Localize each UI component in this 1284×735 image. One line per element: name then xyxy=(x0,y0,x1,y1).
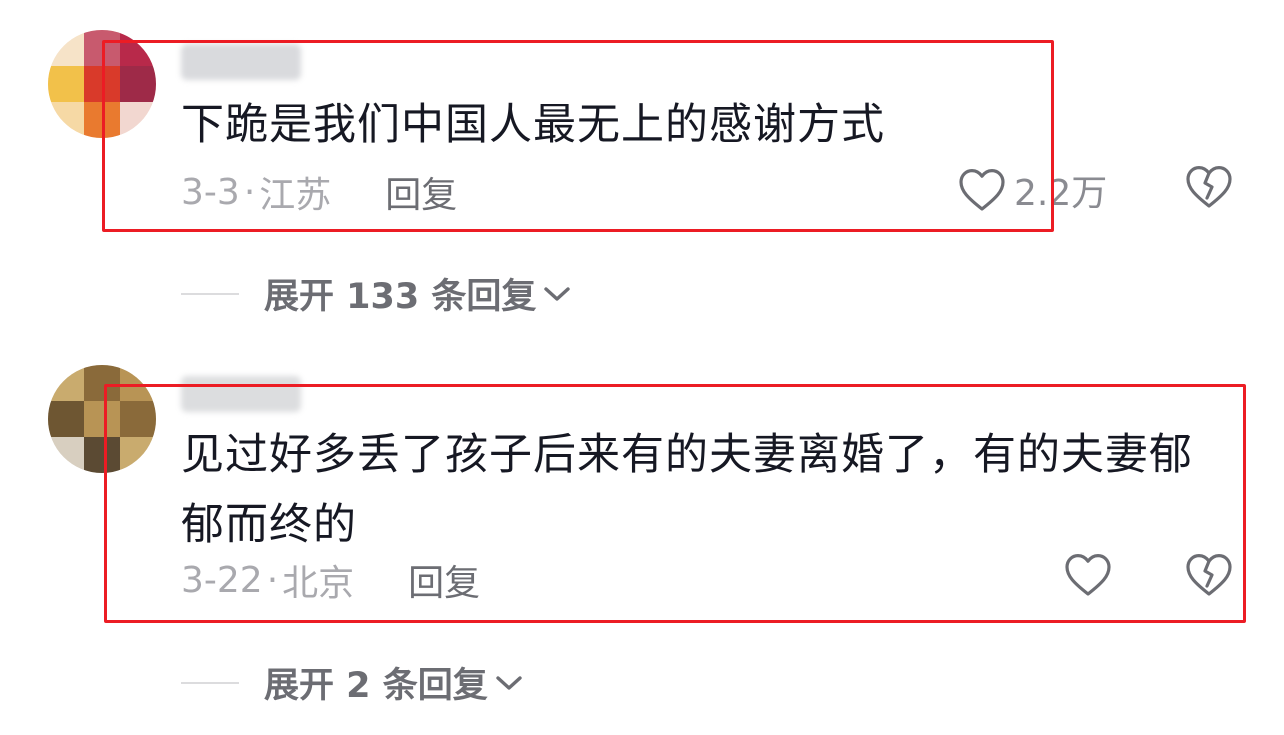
like-button[interactable]: 2.2万 xyxy=(958,164,1107,216)
broken-heart-icon xyxy=(1186,166,1232,208)
broken-heart-icon xyxy=(1186,554,1232,596)
comment-meta: 3-3 · 江苏 回复 xyxy=(181,166,457,218)
comment-date: 3-3 xyxy=(181,171,240,213)
avatar[interactable] xyxy=(48,30,156,138)
dislike-button[interactable] xyxy=(1185,164,1233,214)
expand-divider-line xyxy=(181,681,239,684)
reply-button[interactable]: 回复 xyxy=(408,554,480,606)
comment-date: 3-22 xyxy=(181,559,263,601)
comment-text-line: 下跪是我们中国人最无上的感谢方式 xyxy=(181,100,885,150)
chevron-down-icon xyxy=(494,673,524,693)
avatar[interactable] xyxy=(48,365,156,473)
comment-location: 江苏 xyxy=(259,175,332,216)
expand-replies-label: 展开 133 条回复 xyxy=(264,277,537,317)
username-blurred[interactable] xyxy=(181,376,301,412)
heart-outline-icon xyxy=(959,169,1005,211)
expand-divider-line xyxy=(181,292,239,295)
meta-separator: · xyxy=(243,171,256,213)
comment-text: 见过好多丢了孩子后来有的夫妻离婚了，有的夫妻郁 郁而终的 xyxy=(181,420,1193,560)
reply-button[interactable]: 回复 xyxy=(385,166,457,218)
chevron-down-icon xyxy=(542,284,572,304)
expand-replies-label: 展开 2 条回复 xyxy=(264,666,488,706)
pixelated-avatar-image xyxy=(48,365,156,473)
dislike-button[interactable] xyxy=(1185,552,1233,602)
meta-separator: · xyxy=(266,559,279,601)
comment-meta: 3-22 · 北京 回复 xyxy=(181,554,480,606)
comment-text: 下跪是我们中国人最无上的感谢方式 xyxy=(181,90,885,160)
pixelated-avatar-image xyxy=(48,30,156,138)
heart-outline-icon xyxy=(1065,554,1111,596)
expand-replies-button[interactable]: 展开 2 条回复 xyxy=(181,657,524,708)
comment-location: 北京 xyxy=(282,563,355,604)
comment-text-line: 郁而终的 xyxy=(181,500,357,550)
like-count: 2.2万 xyxy=(1014,173,1108,214)
username-blurred[interactable] xyxy=(181,44,301,80)
like-button[interactable] xyxy=(1064,552,1112,598)
expand-replies-button[interactable]: 展开 133 条回复 xyxy=(181,268,572,319)
comment-text-line: 见过好多丢了孩子后来有的夫妻离婚了，有的夫妻郁 xyxy=(181,430,1193,480)
